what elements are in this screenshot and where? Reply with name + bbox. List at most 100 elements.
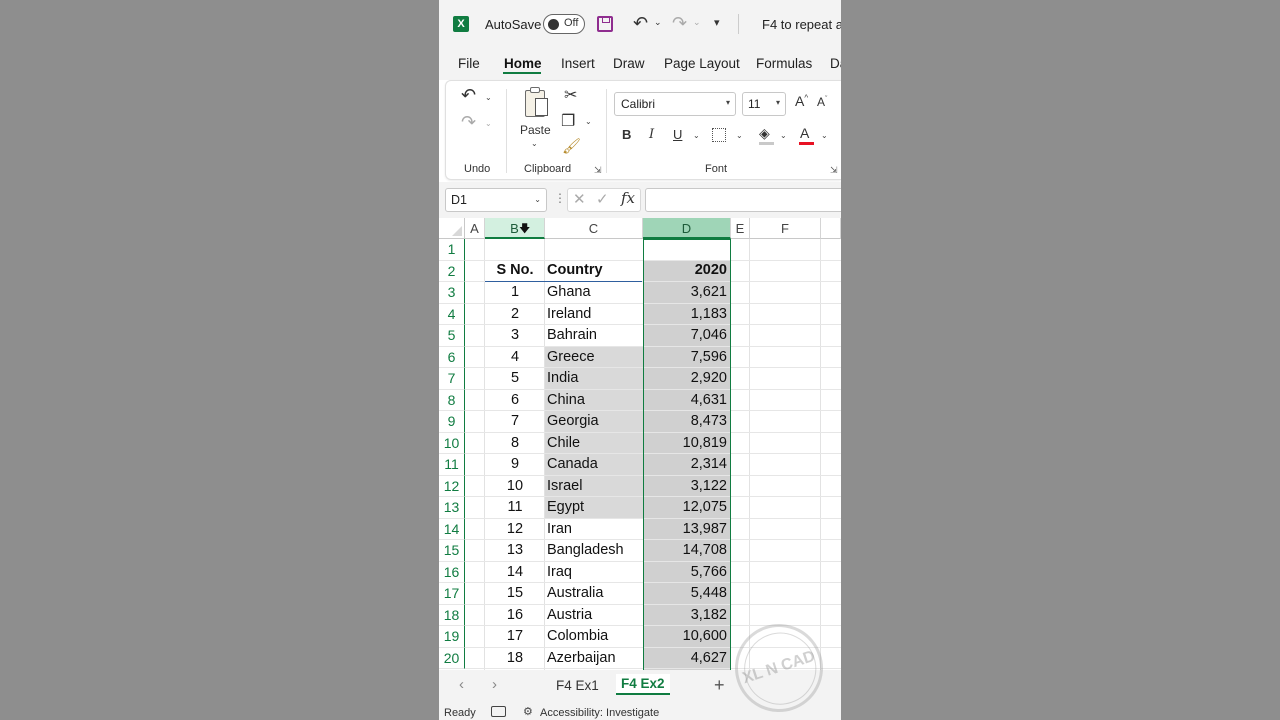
font-color-dropdown-icon[interactable]: ⌄ xyxy=(821,131,828,140)
row-header[interactable]: 5 xyxy=(439,325,465,347)
cell-d20[interactable]: 4,627 xyxy=(644,648,727,670)
formula-input[interactable] xyxy=(645,188,841,212)
column-header-f[interactable]: F xyxy=(750,218,821,239)
column-header-d[interactable]: D xyxy=(643,218,731,239)
row-header[interactable]: 2 xyxy=(439,260,465,282)
tab-file[interactable]: File xyxy=(458,56,480,71)
cell-c11[interactable]: Canada xyxy=(547,454,643,476)
more-icon[interactable]: ⋮ xyxy=(554,191,566,205)
insert-function-icon[interactable]: fx xyxy=(621,189,635,207)
customize-qat-icon[interactable]: ▾ xyxy=(714,16,720,29)
tab-draw[interactable]: Draw xyxy=(613,56,645,71)
cell-d15[interactable]: 14,708 xyxy=(644,540,727,562)
ribbon-redo-dropdown-icon[interactable]: ⌄ xyxy=(485,119,492,128)
cell-c13[interactable]: Egypt xyxy=(547,497,643,519)
row-header[interactable]: 1 xyxy=(439,239,465,261)
undo-dropdown-icon[interactable]: ⌄ xyxy=(654,17,662,28)
cell-b13[interactable]: 11 xyxy=(485,497,545,519)
row-header[interactable]: 9 xyxy=(439,411,465,433)
accessibility-icon[interactable]: ⚙ xyxy=(523,705,533,718)
cell-b3[interactable]: 1 xyxy=(485,282,545,304)
cell-d7[interactable]: 2,920 xyxy=(644,368,727,390)
cell-b5[interactable]: 3 xyxy=(485,325,545,347)
tab-home[interactable]: Home xyxy=(504,56,542,71)
grow-font-icon[interactable]: A^ xyxy=(795,93,808,109)
cell-d11[interactable]: 2,314 xyxy=(644,454,727,476)
fill-color-dropdown-icon[interactable]: ⌄ xyxy=(780,131,787,140)
row-header[interactable]: 15 xyxy=(439,540,465,562)
format-painter-icon[interactable]: 🖌 xyxy=(562,137,581,155)
copy-icon[interactable]: ❐ xyxy=(561,111,575,131)
cell-d9[interactable]: 8,473 xyxy=(644,411,727,433)
cell-d3[interactable]: 3,621 xyxy=(644,282,727,304)
cell-c17[interactable]: Australia xyxy=(547,583,643,605)
underline-button[interactable]: U xyxy=(673,127,682,142)
row-header[interactable]: 14 xyxy=(439,518,465,540)
cell-c2[interactable]: Country xyxy=(547,260,643,282)
cell-b2[interactable]: S No. xyxy=(485,260,545,282)
cell-c5[interactable]: Bahrain xyxy=(547,325,643,347)
cell-d4[interactable]: 1,183 xyxy=(644,304,727,326)
name-box[interactable]: D1 ⌄ xyxy=(445,188,547,212)
row-header[interactable]: 19 xyxy=(439,626,465,648)
cell-c9[interactable]: Georgia xyxy=(547,411,643,433)
cell-c18[interactable]: Austria xyxy=(547,605,643,627)
cell-b17[interactable]: 15 xyxy=(485,583,545,605)
cell-d8[interactable]: 4,631 xyxy=(644,390,727,412)
tab-data[interactable]: Da xyxy=(830,56,841,71)
cell-b14[interactable]: 12 xyxy=(485,519,545,541)
ribbon-redo-icon[interactable]: ↷ xyxy=(461,112,476,133)
cell-b7[interactable]: 5 xyxy=(485,368,545,390)
row-header[interactable]: 11 xyxy=(439,454,465,476)
cell-c8[interactable]: China xyxy=(547,390,643,412)
cell-b9[interactable]: 7 xyxy=(485,411,545,433)
cell-c10[interactable]: Chile xyxy=(547,433,643,455)
row-header[interactable]: 6 xyxy=(439,346,465,368)
ribbon-undo-icon[interactable]: ↶ xyxy=(461,85,476,106)
cell-c19[interactable]: Colombia xyxy=(547,626,643,648)
cut-icon[interactable]: ✂ xyxy=(564,85,577,105)
accessibility-status[interactable]: Accessibility: Investigate xyxy=(540,707,659,719)
redo-icon[interactable]: ↷ xyxy=(672,13,687,34)
cell-c4[interactable]: Ireland xyxy=(547,304,643,326)
cancel-icon[interactable]: ✕ xyxy=(573,190,586,208)
row-header[interactable]: 7 xyxy=(439,368,465,390)
sheet-tab-f4-ex1[interactable]: F4 Ex1 xyxy=(556,678,599,693)
cell-d6[interactable]: 7,596 xyxy=(644,347,727,369)
cell-c3[interactable]: Ghana xyxy=(547,282,643,304)
redo-dropdown-icon[interactable]: ⌄ xyxy=(693,17,701,28)
cell-c14[interactable]: Iran xyxy=(547,519,643,541)
row-header[interactable]: 12 xyxy=(439,475,465,497)
save-icon[interactable] xyxy=(597,16,613,32)
cell-b15[interactable]: 13 xyxy=(485,540,545,562)
copy-dropdown-icon[interactable]: ⌄ xyxy=(585,117,592,126)
row-header[interactable]: 3 xyxy=(439,282,465,304)
cell-b4[interactable]: 2 xyxy=(485,304,545,326)
column-header-a[interactable]: A xyxy=(465,218,485,239)
underline-dropdown-icon[interactable]: ⌄ xyxy=(693,131,700,140)
tab-insert[interactable]: Insert xyxy=(561,56,595,71)
prev-sheet-icon[interactable]: ‹ xyxy=(459,676,464,693)
bold-button[interactable]: B xyxy=(622,127,631,142)
cell-d18[interactable]: 3,182 xyxy=(644,605,727,627)
sheet-tab-f4-ex2[interactable]: F4 Ex2 xyxy=(616,674,670,695)
cell-c20[interactable]: Azerbaijan xyxy=(547,648,643,670)
cell-d17[interactable]: 5,448 xyxy=(644,583,727,605)
cell-d12[interactable]: 3,122 xyxy=(644,476,727,498)
cell-d16[interactable]: 5,766 xyxy=(644,562,727,584)
cell-d2[interactable]: 2020 xyxy=(644,260,727,282)
select-all-corner[interactable] xyxy=(439,218,465,239)
cell-b11[interactable]: 9 xyxy=(485,454,545,476)
next-sheet-icon[interactable]: › xyxy=(492,676,497,693)
fill-color-icon[interactable]: ◈ xyxy=(759,125,770,142)
cell-c6[interactable]: Greece xyxy=(547,347,643,369)
paste-button[interactable] xyxy=(522,87,548,119)
ribbon-undo-dropdown-icon[interactable]: ⌄ xyxy=(485,93,492,102)
column-header-g[interactable] xyxy=(821,218,841,239)
row-header[interactable]: 18 xyxy=(439,604,465,626)
macro-record-icon[interactable] xyxy=(491,706,506,717)
column-header-b[interactable]: B xyxy=(485,218,545,239)
row-header[interactable]: 13 xyxy=(439,497,465,519)
tab-page-layout[interactable]: Page Layout xyxy=(664,56,740,71)
shrink-font-icon[interactable]: Aˇ xyxy=(817,95,827,109)
